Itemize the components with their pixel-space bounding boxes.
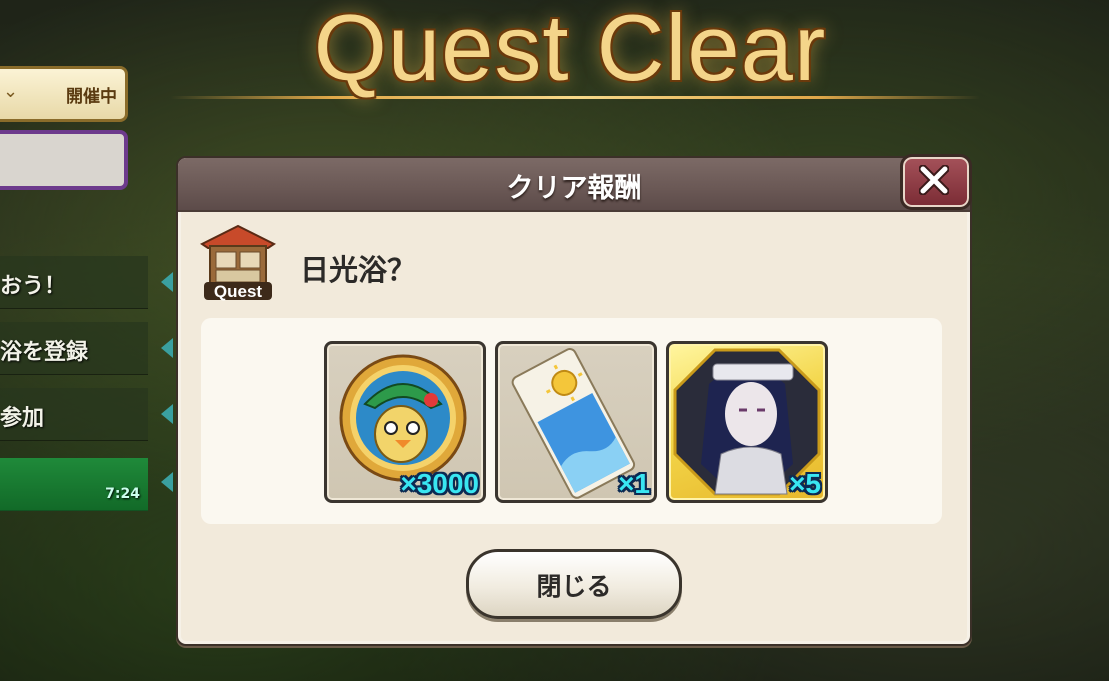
- event-menu-item[interactable]: ⌄ 開催中: [0, 66, 128, 122]
- dialog-header: クリア報酬: [178, 158, 970, 212]
- menu-row-label: 参加: [0, 406, 45, 431]
- close-icon: [919, 165, 949, 195]
- close-dialog-button[interactable]: 閉じる: [466, 549, 682, 619]
- menu-row-label: おう！: [0, 274, 67, 299]
- reward-quantity: ×5: [789, 468, 821, 499]
- reward-item-ticket[interactable]: ×1: [495, 341, 657, 503]
- menu-tab-marker: [161, 472, 173, 492]
- menu-row-label: 浴を登録: [0, 340, 89, 365]
- menu-tab-marker: [161, 338, 173, 358]
- menu-row-3[interactable]: 参加: [0, 388, 148, 441]
- countdown-time: 7:24: [105, 486, 140, 502]
- quest-clear-title: Quest Clear: [313, 0, 827, 100]
- event-status-label: 開催中: [66, 87, 117, 107]
- menu-input-box[interactable]: [0, 130, 128, 190]
- menu-row-active[interactable]: 7:24: [0, 458, 148, 511]
- reward-quantity: ×1: [618, 468, 650, 499]
- quest-icon: Quest: [196, 222, 280, 302]
- chevron-down-icon: ⌄: [3, 81, 19, 102]
- menu-row-1[interactable]: おう！: [0, 256, 148, 309]
- menu-tab-marker: [161, 404, 173, 424]
- menu-tab-marker: [161, 272, 173, 292]
- reward-item-medal[interactable]: ×3000: [324, 341, 486, 503]
- menu-row-2[interactable]: 浴を登録: [0, 322, 148, 375]
- dialog-title: クリア報酬: [506, 173, 642, 204]
- quest-icon-label: Quest: [214, 282, 263, 301]
- reward-quantity: ×3000: [400, 468, 479, 499]
- reward-item-character[interactable]: ×5: [666, 341, 828, 503]
- dialog-close-button[interactable]: [900, 154, 972, 210]
- quest-name: 日光浴？: [300, 253, 417, 287]
- close-button-label: 閉じる: [536, 572, 612, 601]
